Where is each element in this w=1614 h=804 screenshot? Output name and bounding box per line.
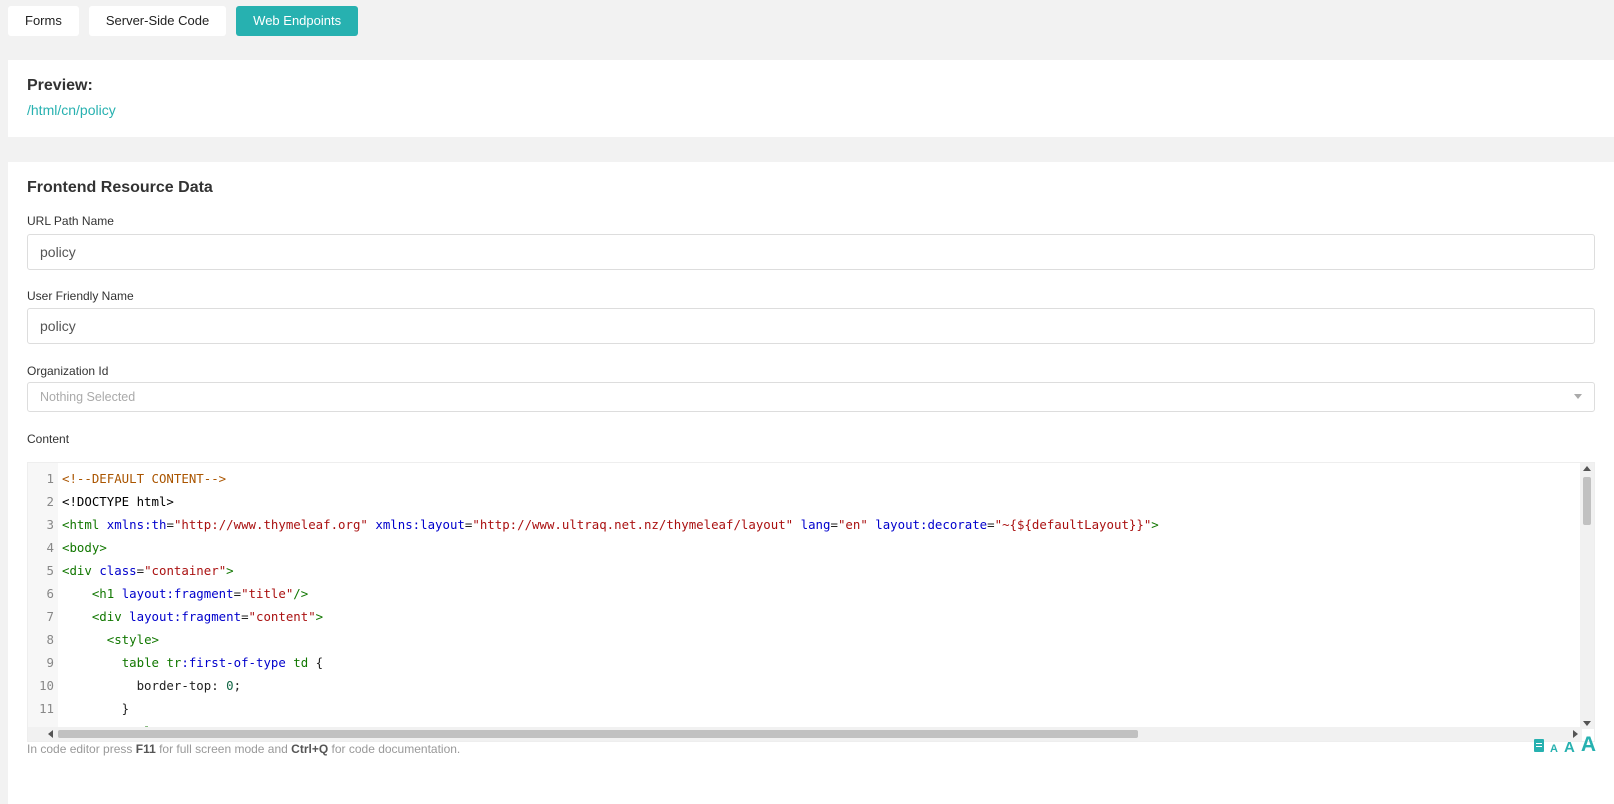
- tab-forms[interactable]: Forms: [8, 6, 79, 36]
- scroll-up-icon[interactable]: [1583, 466, 1591, 471]
- friendly-name-input[interactable]: [27, 308, 1595, 344]
- scroll-down-icon[interactable]: [1583, 721, 1591, 726]
- code-line[interactable]: 2 <!DOCTYPE html>: [28, 490, 1558, 513]
- hint-prefix: In code editor press: [27, 742, 136, 756]
- font-size-medium-button[interactable]: A: [1564, 740, 1575, 755]
- code-text[interactable]: table tr:first-of-type td {: [62, 655, 323, 670]
- hint-suffix: for code documentation.: [328, 742, 461, 756]
- scroll-left-icon[interactable]: [48, 730, 53, 738]
- organization-id-select[interactable]: Nothing Selected: [27, 382, 1595, 412]
- line-number: 6: [46, 586, 54, 601]
- line-number: 8: [46, 632, 54, 647]
- line-number: 11: [39, 701, 54, 716]
- preview-link[interactable]: /html/cn/policy: [27, 102, 116, 118]
- editor-hint: In code editor press F11 for full screen…: [27, 742, 460, 756]
- code-text[interactable]: <div class="container">: [62, 563, 234, 578]
- tab-server-side-code[interactable]: Server-Side Code: [88, 6, 227, 36]
- url-path-label: URL Path Name: [27, 214, 114, 228]
- code-line[interactable]: 5 <div class="container">: [28, 559, 1558, 582]
- hint-key-ctrlq: Ctrl+Q: [291, 742, 329, 756]
- frontend-resource-panel: Frontend Resource Data URL Path Name Use…: [8, 162, 1614, 804]
- code-line[interactable]: 8 <style>: [28, 628, 1558, 651]
- code-text[interactable]: <h1 layout:fragment="title"/>: [62, 586, 308, 601]
- content-label: Content: [27, 432, 70, 446]
- horizontal-scroll-thumb[interactable]: [58, 730, 1138, 738]
- section-title: Frontend Resource Data: [27, 179, 213, 196]
- line-number: 5: [46, 563, 54, 578]
- line-number: 3: [46, 517, 54, 532]
- line-number: 1: [46, 471, 54, 486]
- code-line[interactable]: 3 <html xmlns:th="http://www.thymeleaf.or…: [28, 513, 1558, 536]
- preview-title: Preview:: [27, 77, 93, 94]
- code-text[interactable]: }: [62, 701, 129, 716]
- code-text[interactable]: <!--DEFAULT CONTENT-->: [62, 471, 226, 486]
- code-line[interactable]: 1 <!--DEFAULT CONTENT-->: [28, 467, 1558, 490]
- code-text[interactable]: border-top: 0;: [62, 678, 241, 693]
- code-line[interactable]: 11 }: [28, 697, 1558, 720]
- code-line[interactable]: 4 <body>: [28, 536, 1558, 559]
- code-text[interactable]: <html xmlns:th="http://www.thymeleaf.org…: [62, 517, 1159, 532]
- code-text[interactable]: <style>: [62, 632, 159, 647]
- font-size-large-button[interactable]: A: [1581, 734, 1596, 755]
- hint-middle: for full screen mode and: [155, 742, 292, 756]
- code-text[interactable]: <!DOCTYPE html>: [62, 494, 174, 509]
- line-number: 4: [46, 540, 54, 555]
- code-editor[interactable]: 1 <!--DEFAULT CONTENT--> 2 <!DOCTYPE html> 3…: [27, 462, 1595, 742]
- font-size-small-button[interactable]: A: [1550, 744, 1558, 755]
- code-line[interactable]: 9 table tr:first-of-type td {: [28, 651, 1558, 674]
- organization-id-placeholder: Nothing Selected: [40, 390, 136, 404]
- line-number: 2: [46, 494, 54, 509]
- editor-tools: A A A: [1534, 734, 1596, 755]
- vertical-scrollbar[interactable]: [1580, 463, 1594, 729]
- tab-bar: Forms Server-Side Code Web Endpoints: [8, 6, 359, 36]
- organization-id-label: Organization Id: [27, 364, 109, 378]
- code-line[interactable]: 6 <h1 layout:fragment="title"/>: [28, 582, 1558, 605]
- tab-web-endpoints[interactable]: Web Endpoints: [236, 6, 359, 36]
- preview-panel: Preview: /html/cn/policy: [8, 60, 1614, 137]
- code-text[interactable]: <body>: [62, 540, 107, 555]
- code-line[interactable]: 10 border-top: 0;: [28, 674, 1558, 697]
- url-path-input[interactable]: [27, 234, 1595, 270]
- friendly-name-label: User Friendly Name: [27, 289, 134, 303]
- document-icon[interactable]: [1534, 739, 1545, 752]
- line-number: 10: [39, 678, 54, 693]
- hint-key-f11: F11: [135, 742, 156, 756]
- code-line[interactable]: 7 <div layout:fragment="content">: [28, 605, 1558, 628]
- vertical-scroll-thumb[interactable]: [1583, 477, 1591, 525]
- horizontal-scrollbar[interactable]: [28, 727, 1582, 741]
- line-number: 9: [46, 655, 54, 670]
- line-number: 7: [46, 609, 54, 624]
- chevron-down-icon: [1574, 394, 1582, 399]
- code-text[interactable]: <div layout:fragment="content">: [62, 609, 323, 624]
